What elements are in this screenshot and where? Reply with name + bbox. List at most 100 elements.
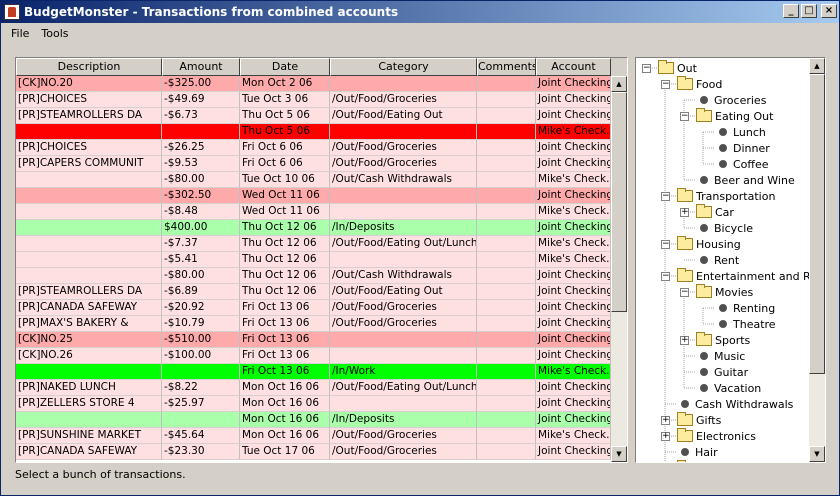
scroll-down-button[interactable]: ▼	[611, 446, 627, 462]
table-row[interactable]: [PR]SUNSHINE MARKET -$45.64 Mon Oct 16 06/…	[16, 428, 611, 444]
expand-icon[interactable]: +	[680, 336, 689, 345]
cell-account: Joint Checking	[536, 140, 611, 156]
cell-category	[330, 396, 477, 412]
table-row[interactable]: Mon Oct 16 06/In/Deposits Joint Checking	[16, 412, 611, 428]
tree-node[interactable]: Car	[696, 204, 734, 220]
tree-scroll-thumb[interactable]	[809, 74, 825, 374]
expand-icon[interactable]: +	[680, 208, 689, 217]
cell-date: Fri Oct 13 06	[240, 348, 330, 364]
column-header-description[interactable]: Description	[16, 58, 162, 76]
tree-node[interactable]: Out	[658, 60, 697, 76]
table-row[interactable]: -$7.37 Thu Oct 12 06/Out/Food/Eating Out/…	[16, 236, 611, 252]
scroll-thumb[interactable]	[611, 92, 627, 312]
column-header-account[interactable]: Account	[536, 58, 611, 76]
tree-node[interactable]: Cash Withdrawals	[677, 396, 793, 412]
leaf-icon	[719, 320, 727, 328]
table-row[interactable]: [PR]CANADA SAFEWAY -$20.92 Fri Oct 13 06/O…	[16, 300, 611, 316]
table-scrollbar[interactable]: ▲ ▼	[611, 76, 627, 462]
table-row[interactable]: $400.00 Thu Oct 12 06/In/Deposits Joint Ch…	[16, 220, 611, 236]
tree-node[interactable]: Groceries	[696, 92, 766, 108]
collapse-icon[interactable]: −	[680, 112, 689, 121]
menu-tools[interactable]: Tools	[35, 27, 74, 40]
table-row[interactable]: [CK]NO.26 -$100.00 Fri Oct 13 06 Joint Chec…	[16, 348, 611, 364]
tree-node[interactable]: Sports	[696, 332, 750, 348]
tree-node[interactable]: Eating Out	[696, 108, 773, 124]
tree-node[interactable]: Bicycle	[696, 220, 753, 236]
table-row[interactable]: [PR]CAPERS COMMUNIT -$9.53 Fri Oct 6 06/Ou…	[16, 156, 611, 172]
tree-scrollbar[interactable]: ▲ ▼	[809, 58, 825, 462]
tree-node[interactable]: Theatre	[715, 316, 776, 332]
table-row[interactable]: -$80.00 Thu Oct 12 06/Out/Cash Withdrawal…	[16, 268, 611, 284]
close-button[interactable]: ×	[821, 4, 837, 18]
table-row[interactable]: Fri Oct 13 06/In/Work Mike's Check...	[16, 364, 611, 380]
table-row[interactable]: [PR]STEAMROLLERS DA -$6.73 Thu Oct 5 06/Ou…	[16, 108, 611, 124]
cell-account: Joint Checking	[536, 156, 611, 172]
table-row[interactable]: [PR]NAKED LUNCH -$8.22 Mon Oct 16 06/Out/F…	[16, 380, 611, 396]
tree-node[interactable]: Bills	[677, 460, 718, 462]
cell-description	[16, 236, 162, 252]
table-row[interactable]: [PR]ZELLERS STORE 4 -$25.97 Mon Oct 16 06 J…	[16, 396, 611, 412]
table-row[interactable]: -$302.50 Wed Oct 11 06 Joint Checking	[16, 188, 611, 204]
table-row[interactable]: [PR]MAX'S BAKERY & -$10.79 Fri Oct 13 06/O…	[16, 316, 611, 332]
tree-node[interactable]: Entertainment and Recr	[677, 268, 825, 284]
tree-node[interactable]: Music	[696, 348, 745, 364]
tree-node[interactable]: Gifts	[677, 412, 721, 428]
column-header-amount[interactable]: Amount	[162, 58, 240, 76]
expand-icon[interactable]: +	[661, 432, 670, 441]
cell-comments	[477, 92, 536, 108]
expand-icon[interactable]: +	[661, 416, 670, 425]
title-bar[interactable]: BudgetMonster - Transactions from combin…	[1, 1, 839, 23]
tree-node[interactable]: Food	[677, 76, 722, 92]
scroll-up-button[interactable]: ▲	[611, 76, 627, 92]
cell-category: /Out/Food/Eating Out/Lunch	[330, 380, 477, 396]
tree-node[interactable]: Rent	[696, 252, 739, 268]
tree-node[interactable]: Housing	[677, 236, 741, 252]
menu-file[interactable]: File	[5, 27, 35, 40]
table-row[interactable]: -$5.41 Thu Oct 12 06 Mike's Check...	[16, 252, 611, 268]
window-controls: _ □ ×	[783, 4, 837, 18]
cell-comments	[477, 188, 536, 204]
column-header-date[interactable]: Date	[240, 58, 330, 76]
minimize-button[interactable]: _	[783, 4, 799, 18]
cell-comments	[477, 108, 536, 124]
tree-node[interactable]: Dinner	[715, 140, 770, 156]
tree-scroll-up-button[interactable]: ▲	[809, 58, 825, 74]
table-row[interactable]: -$80.00 Tue Oct 10 06/Out/Cash Withdrawal…	[16, 172, 611, 188]
status-bar: Select a bunch of transactions.	[15, 468, 186, 481]
tree-node-label: Food	[696, 77, 723, 91]
collapse-icon[interactable]: −	[642, 64, 651, 73]
tree-node[interactable]: Vacation	[696, 380, 761, 396]
table-row[interactable]: [PR]STEAMROLLERS DA -$6.89 Thu Oct 12 06/O…	[16, 284, 611, 300]
tree-node[interactable]: Movies	[696, 284, 753, 300]
maximize-button[interactable]: □	[801, 4, 817, 18]
tree-node[interactable]: Guitar	[696, 364, 748, 380]
table-row[interactable]: [CK]NO.25 -$510.00 Fri Oct 13 06 Joint Chec…	[16, 332, 611, 348]
tree-node[interactable]: Electronics	[677, 428, 756, 444]
table-row[interactable]: -$8.48 Wed Oct 11 06 Mike's Check...	[16, 204, 611, 220]
table-row[interactable]: [PR]CHOICES -$49.69 Tue Oct 3 06/Out/Food/…	[16, 92, 611, 108]
cell-account: Joint Checking	[536, 300, 611, 316]
tree-node[interactable]: Hair	[677, 444, 718, 460]
table-row[interactable]: Thu Oct 5 06 Mike's Check...	[16, 124, 611, 140]
collapse-icon[interactable]: −	[661, 192, 670, 201]
cell-amount: -$20.92	[162, 300, 240, 316]
tree-node[interactable]: Beer and Wine	[696, 172, 795, 188]
tree-node[interactable]: Renting	[715, 300, 775, 316]
collapse-icon[interactable]: −	[680, 288, 689, 297]
cell-description: [PR]NAKED LUNCH	[16, 380, 162, 396]
collapse-icon[interactable]: −	[661, 80, 670, 89]
table-row[interactable]: [PR]CANADA SAFEWAY -$23.30 Tue Oct 17 06/O…	[16, 444, 611, 460]
tree-scroll-down-button[interactable]: ▼	[809, 446, 825, 462]
column-header-category[interactable]: Category	[330, 58, 477, 76]
table-row[interactable]: [PR]CHOICES -$26.25 Fri Oct 6 06/Out/Food/…	[16, 140, 611, 156]
cell-date: Thu Oct 12 06	[240, 220, 330, 236]
cell-amount: -$49.69	[162, 92, 240, 108]
column-header-comments[interactable]: Comments	[477, 58, 536, 76]
tree-node[interactable]: Transportation	[677, 188, 775, 204]
table-row[interactable]: [CK]NO.20 -$325.00 Mon Oct 2 06 Joint Check…	[16, 76, 611, 92]
tree-node-label: Groceries	[714, 93, 767, 107]
collapse-icon[interactable]: −	[661, 240, 670, 249]
tree-node[interactable]: Coffee	[715, 156, 769, 172]
tree-node[interactable]: Lunch	[715, 124, 766, 140]
collapse-icon[interactable]: −	[661, 272, 670, 281]
